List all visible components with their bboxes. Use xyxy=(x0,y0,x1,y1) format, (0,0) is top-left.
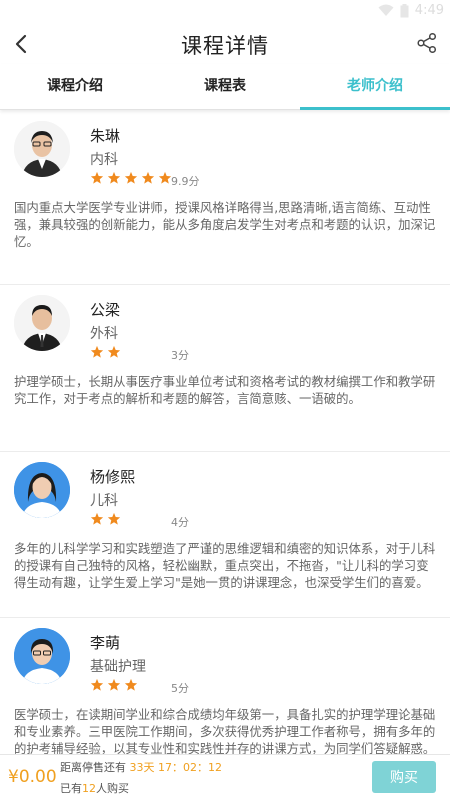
teacher-card[interactable]: 杨修熙 儿科 4分 多年的儿科学学习和实践塑造了严谨的思维逻辑和缜密的知识体系，… xyxy=(0,452,450,618)
status-time: 4:49 xyxy=(414,3,444,18)
star-icon xyxy=(90,345,104,358)
avatar-portrait-icon xyxy=(14,462,70,518)
star-icon xyxy=(90,678,104,691)
teacher-name: 杨修熙 xyxy=(90,468,136,486)
bought-count: 12 xyxy=(82,782,96,795)
rating-stars xyxy=(90,345,121,359)
teacher-description: 国内重点大学医学专业讲师，授课风格详略得当,思路清晰,语言简练、互动性强，兼具较… xyxy=(14,200,436,249)
teacher-score: 5分 xyxy=(171,682,189,695)
teacher-avatar xyxy=(14,628,70,684)
teacher-description: 护理学硕士，长期从事医疗事业单位考试和资格考试的教材编撰工作和教学研究工作，对于… xyxy=(14,374,436,406)
teacher-card[interactable]: 公梁 外科 3分 护理学硕士，长期从事医疗事业单位考试和资格考试的教材编撰工作和… xyxy=(0,285,450,452)
teacher-avatar xyxy=(14,295,70,351)
star-icon xyxy=(124,171,138,184)
tab-bar: 课程介绍 课程表 老师介绍 xyxy=(0,64,450,110)
bought-prefix: 已有 xyxy=(60,782,82,795)
teacher-subject: 内科 xyxy=(90,152,118,168)
teacher-score: 4分 xyxy=(171,516,189,529)
rating-stars xyxy=(90,678,138,692)
sale-countdown: 距离停售还有 33天 17：02：12 xyxy=(60,759,222,775)
tab-course-intro[interactable]: 课程介绍 xyxy=(0,64,150,109)
countdown-label: 距离停售还有 xyxy=(60,761,126,774)
teacher-card[interactable]: 李萌 基础护理 5分 医学硕士，在读期间学业和综合成绩均年级第一，具备扎实的护理… xyxy=(0,618,450,754)
tab-schedule[interactable]: 课程表 xyxy=(150,64,300,109)
star-icon xyxy=(90,171,104,184)
share-icon[interactable] xyxy=(416,32,438,54)
star-icon xyxy=(158,171,172,184)
teacher-name: 朱琳 xyxy=(90,127,121,145)
avatar-portrait-icon xyxy=(14,628,70,684)
star-icon xyxy=(107,171,121,184)
teacher-subject: 基础护理 xyxy=(90,659,146,675)
teacher-subject: 外科 xyxy=(90,326,118,342)
bought-suffix: 人购买 xyxy=(96,782,129,795)
wifi-icon xyxy=(378,4,394,16)
star-icon xyxy=(107,345,121,358)
course-price: ¥0.00 xyxy=(8,767,57,787)
star-icon xyxy=(107,678,121,691)
star-icon xyxy=(141,171,155,184)
star-icon xyxy=(107,512,121,525)
teacher-name: 公梁 xyxy=(90,301,121,319)
buy-button[interactable]: 购买 xyxy=(372,761,436,793)
star-icon xyxy=(124,678,138,691)
teacher-score: 3分 xyxy=(171,349,189,362)
avatar-portrait-icon xyxy=(14,295,70,351)
avatar-portrait-icon xyxy=(14,121,70,177)
rating-stars xyxy=(90,171,172,185)
teacher-score: 9.9分 xyxy=(171,175,200,188)
star-icon xyxy=(90,512,104,525)
purchase-count: 已有12人购买 xyxy=(60,780,129,796)
countdown-value: 33天 17：02：12 xyxy=(129,761,223,774)
bottom-purchase-bar: ¥0.00 距离停售还有 33天 17：02：12 已有12人购买 购买 xyxy=(0,754,450,800)
teacher-subject: 儿科 xyxy=(90,493,118,509)
teacher-avatar xyxy=(14,462,70,518)
status-bar: 4:49 xyxy=(0,0,450,24)
battery-icon xyxy=(400,3,409,17)
teacher-description: 多年的儿科学学习和实践塑造了严谨的思维逻辑和缜密的知识体系，对于儿科的授课有自己… xyxy=(14,541,436,590)
teacher-description: 医学硕士，在读期间学业和综合成绩均年级第一，具备扎实的护理学理论基础和专业素养。… xyxy=(14,707,436,754)
status-icons: 4:49 xyxy=(378,3,444,18)
teacher-name: 李萌 xyxy=(90,634,121,652)
top-app-bar: 课程详情 xyxy=(0,24,450,64)
teacher-list[interactable]: 朱琳 内科 9.9分 国内重点大学医学专业讲师，授课风格详略得当,思路清晰,语言… xyxy=(0,111,450,754)
rating-stars xyxy=(90,512,121,526)
teacher-card[interactable]: 朱琳 内科 9.9分 国内重点大学医学专业讲师，授课风格详略得当,思路清晰,语言… xyxy=(0,111,450,285)
tab-teacher-intro[interactable]: 老师介绍 xyxy=(300,64,450,110)
page-title: 课程详情 xyxy=(181,34,269,58)
teacher-avatar xyxy=(14,121,70,177)
